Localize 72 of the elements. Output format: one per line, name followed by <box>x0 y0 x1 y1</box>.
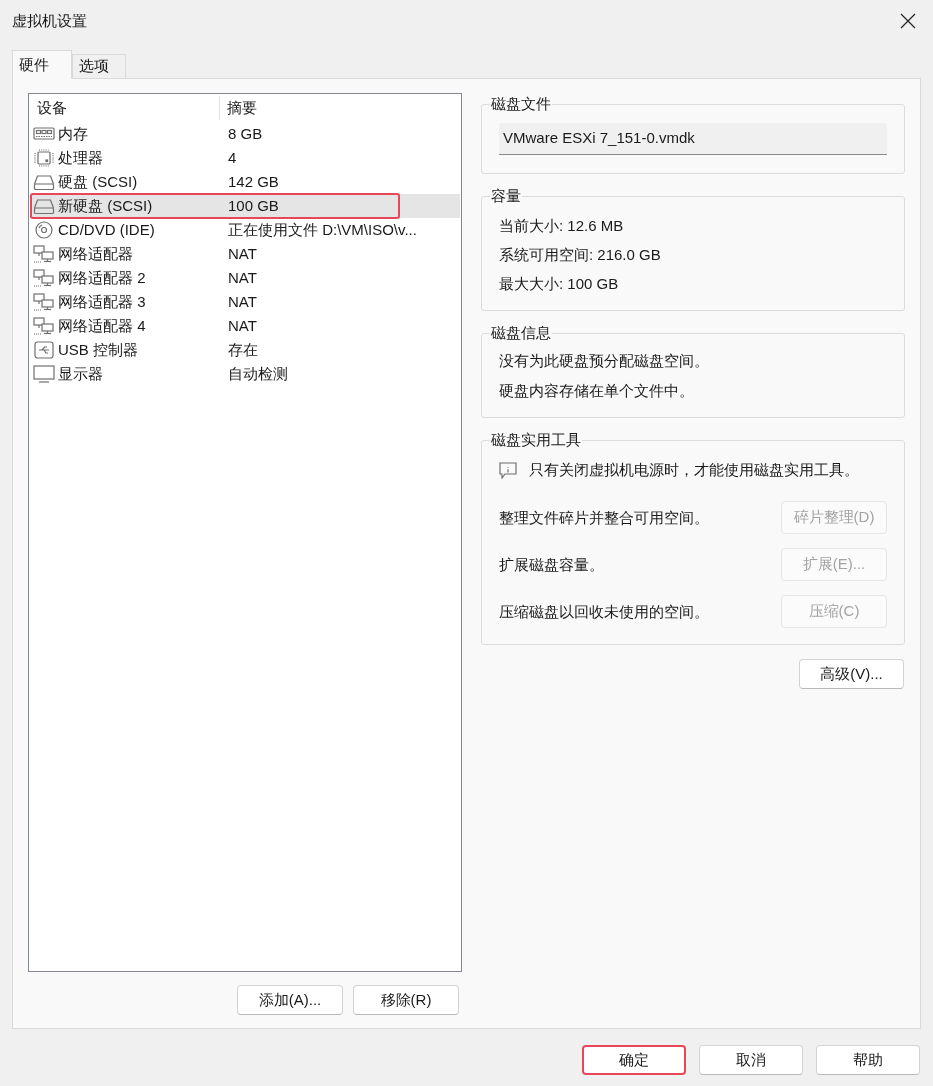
device-row[interactable]: 显示器 自动检测 <box>30 362 460 386</box>
device-name: 内存 <box>58 124 88 144</box>
group-title: 磁盘文件 <box>490 94 552 114</box>
column-header[interactable]: 摘要 <box>220 96 257 120</box>
dialog-button[interactable]: 帮助 <box>816 1045 920 1075</box>
device-summary: 4 <box>228 148 237 168</box>
device-summary: NAT <box>228 244 257 264</box>
device-summary: 存在 <box>228 340 258 360</box>
device-name: 网络适配器 4 <box>58 316 146 336</box>
close-icon <box>900 13 916 29</box>
window-title: 虚拟机设置 <box>12 11 87 31</box>
capacity-text: 系统可用空间: 216.0 GB <box>499 244 661 265</box>
device-name: 处理器 <box>58 148 103 168</box>
device-name: 显示器 <box>58 364 103 384</box>
network-computers-icon <box>33 245 55 263</box>
disk-file-field[interactable]: VMware ESXi 7_151-0.vmdk <box>499 123 887 155</box>
network-computers-icon <box>33 293 55 311</box>
device-row[interactable]: 处理器 4 <box>30 146 460 170</box>
close-button[interactable] <box>898 11 918 31</box>
device-summary: 8 GB <box>228 124 263 144</box>
monitor-icon <box>33 365 55 383</box>
device-row[interactable]: 新硬盘 (SCSI) 100 GB <box>30 194 460 218</box>
group-title: 磁盘实用工具 <box>490 430 582 450</box>
list-action-button[interactable]: 添加(A)... <box>237 985 343 1015</box>
device-summary: 正在使用文件 D:\VM\ISO\v... <box>228 220 417 240</box>
device-row[interactable]: 网络适配器 2 NAT <box>30 266 460 290</box>
capacity-text: 最大大小: 100 GB <box>499 273 619 294</box>
device-summary: 100 GB <box>228 196 279 216</box>
device-name: 硬盘 (SCSI) <box>58 172 138 192</box>
hard-drive-icon <box>33 173 55 191</box>
device-row[interactable]: USB 控制器 存在 <box>30 338 460 362</box>
info-text: 硬盘内容存储在单个文件中。 <box>499 381 694 401</box>
device-summary: NAT <box>228 316 257 336</box>
usb-icon <box>33 341 55 359</box>
column-header[interactable]: 设备 <box>30 96 220 120</box>
hard-drive-icon <box>33 197 55 215</box>
network-computers-icon <box>33 317 55 335</box>
device-row[interactable]: CD/DVD (IDE) 正在使用文件 D:\VM\ISO\v... <box>30 218 460 242</box>
device-name: 网络适配器 2 <box>58 268 146 288</box>
notice-text: 只有关闭虚拟机电源时，才能使用磁盘实用工具。 <box>529 460 859 480</box>
advanced-button[interactable]: 高级(V)... <box>799 659 904 689</box>
list-action-button[interactable]: 移除(R) <box>353 985 459 1015</box>
chip-icon <box>33 149 55 167</box>
device-row[interactable]: 网络适配器 4 NAT <box>30 314 460 338</box>
device-summary: 142 GB <box>228 172 279 192</box>
device-name: CD/DVD (IDE) <box>58 220 155 240</box>
device-row[interactable]: 内存 8 GB <box>30 122 460 146</box>
device-summary: 自动检测 <box>228 364 288 384</box>
tab[interactable]: 选项 <box>72 54 126 78</box>
device-row[interactable]: 网络适配器 3 NAT <box>30 290 460 314</box>
device-name: 网络适配器 3 <box>58 292 146 312</box>
dialog-button[interactable]: 取消 <box>699 1045 803 1075</box>
utility-description: 压缩磁盘以回收未使用的空间。 <box>499 601 709 622</box>
device-summary: NAT <box>228 268 257 288</box>
utility-description: 扩展磁盘容量。 <box>499 554 604 575</box>
device-summary: NAT <box>228 292 257 312</box>
capacity-text: 当前大小: 12.6 MB <box>499 215 624 236</box>
device-name: 新硬盘 (SCSI) <box>58 196 153 216</box>
tab[interactable]: 硬件 <box>12 50 72 79</box>
device-name: 网络适配器 <box>58 244 133 264</box>
device-row[interactable]: 网络适配器 NAT <box>30 242 460 266</box>
device-row[interactable]: 硬盘 (SCSI) 142 GB <box>30 170 460 194</box>
dialog-button[interactable]: 确定 <box>582 1045 686 1075</box>
group-title: 磁盘信息 <box>490 323 552 343</box>
device-name: USB 控制器 <box>58 340 138 360</box>
utility-description: 整理文件碎片并整合可用空间。 <box>499 507 709 528</box>
group-title: 容量 <box>490 186 522 206</box>
memory-module-icon <box>33 125 55 143</box>
info-text: 没有为此硬盘预分配磁盘空间。 <box>499 351 709 371</box>
disc-icon <box>33 221 55 239</box>
network-computers-icon <box>33 269 55 287</box>
info-speech-bubble-icon <box>499 461 517 479</box>
